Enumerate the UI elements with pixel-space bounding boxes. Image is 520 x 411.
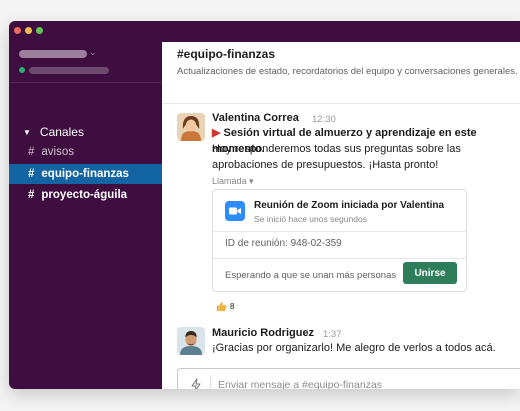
message-composer — [177, 368, 520, 389]
message-author[interactable]: Mauricio Rodriguez — [212, 327, 314, 339]
channel-view: #equipo-finanzas Actualizaciones de esta… — [162, 42, 520, 389]
message-text-line: Hoy responderemos todas sus preguntas so… — [212, 143, 461, 155]
title-bar — [9, 21, 520, 42]
avatar[interactable] — [177, 327, 205, 355]
thumbs-up-icon — [216, 301, 227, 311]
avatar-mauricio-icon — [177, 327, 205, 355]
channel-header: #equipo-finanzas Actualizaciones de esta… — [162, 42, 520, 104]
call-label[interactable]: Llamada ▾ — [212, 176, 254, 187]
user-name-placeholder — [29, 67, 109, 74]
channels-section-header[interactable]: ▼ Canales — [23, 125, 84, 139]
message-input[interactable] — [218, 369, 498, 389]
sidebar-item-label: proyecto-águila — [41, 189, 128, 201]
maximize-window-button[interactable] — [36, 27, 43, 34]
presence-icon — [19, 67, 25, 73]
workspace-name-placeholder — [19, 50, 87, 58]
sidebar-item-avisos[interactable]: # avisos — [9, 142, 162, 162]
zoom-video-icon — [225, 201, 245, 221]
divider — [213, 231, 466, 232]
chevron-down-icon: ▾ — [249, 176, 254, 186]
call-title: Reunión de Zoom iniciada por Valentina — [254, 200, 445, 211]
channels-header-label: Canales — [39, 125, 84, 139]
app-window: ⌄ ▼ Canales # avisos # equipo-finanzas #… — [9, 21, 520, 389]
sidebar-item-label: avisos — [41, 146, 75, 158]
message-author[interactable]: Valentina Correa — [212, 112, 299, 124]
hash-icon: # — [28, 168, 35, 180]
avatar-valentina-icon — [177, 113, 205, 141]
call-subtitle: Se inició hace unos segundos — [254, 214, 367, 224]
call-waiting-text: Esperando a que se unan más personas — [225, 270, 397, 281]
workspace-switcher[interactable]: ⌄ — [9, 42, 162, 83]
shortcuts-bolt-icon[interactable] — [190, 378, 202, 389]
reaction-count: 8 — [230, 301, 235, 311]
close-window-button[interactable] — [14, 27, 21, 34]
join-call-button[interactable]: Unirse — [403, 262, 457, 284]
message-text-line: ¡Gracias por organizarlo! Me alegro de v… — [212, 342, 496, 354]
hash-icon: # — [28, 146, 35, 158]
megaphone-icon: ▶ — [212, 127, 221, 139]
channel-title[interactable]: #equipo-finanzas — [177, 47, 275, 61]
reaction-thumbs-up[interactable]: 8 — [212, 298, 238, 314]
chevron-down-icon: ⌄ — [89, 47, 97, 57]
channel-topic: Actualizaciones de estado, recordatorios… — [177, 66, 518, 77]
meeting-id: ID de reunión: 948-02-359 — [225, 238, 342, 249]
call-card: Reunión de Zoom iniciada por Valentina S… — [212, 189, 467, 292]
divider — [213, 258, 466, 259]
hash-icon: # — [28, 189, 35, 201]
sidebar-item-equipo-finanzas[interactable]: # equipo-finanzas — [9, 164, 162, 184]
message-timestamp[interactable]: 1:37 — [323, 329, 342, 340]
caret-down-icon: ▼ — [23, 127, 31, 137]
sidebar-item-label: equipo-finanzas — [41, 168, 129, 180]
divider — [210, 375, 211, 389]
minimize-window-button[interactable] — [25, 27, 32, 34]
message-text-line: aprobaciones de presupuestos. ¡Hasta pro… — [212, 159, 439, 171]
message-timestamp[interactable]: 12:30 — [312, 114, 336, 125]
sidebar-item-proyecto-aguila[interactable]: # proyecto-águila — [9, 185, 162, 205]
avatar[interactable] — [177, 113, 205, 141]
sidebar: ⌄ ▼ Canales # avisos # equipo-finanzas #… — [9, 42, 162, 389]
